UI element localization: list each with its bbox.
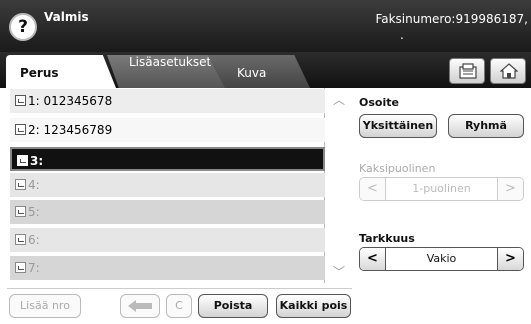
phone-book-icon <box>15 124 26 135</box>
list-item[interactable]: 6: <box>10 228 325 252</box>
tab-perus[interactable]: Perus <box>6 55 116 88</box>
scroll-up-icon[interactable]: ︿ <box>329 90 349 110</box>
clear-button[interactable]: C <box>166 294 192 318</box>
backspace-arrow-icon <box>128 300 152 312</box>
phone-book-icon <box>15 206 26 217</box>
phone-book-icon <box>15 179 26 190</box>
list-item[interactable]: 4: <box>10 173 325 197</box>
list-item[interactable]: 2: 123456789 <box>10 118 325 142</box>
resolution-selector[interactable]: < Vakio > <box>359 247 524 271</box>
list-item[interactable]: 1: 012345678 <box>10 89 325 113</box>
tab-lisaasetukset[interactable]: Lisäasetukset <box>107 55 225 88</box>
resolution-next-icon[interactable]: > <box>497 248 523 270</box>
add-number-button[interactable]: Lisää nro <box>9 294 81 318</box>
fax-number-tail: . <box>400 28 404 42</box>
help-button[interactable]: ? <box>9 13 37 41</box>
delete-button[interactable]: Poista <box>198 294 268 318</box>
phone-book-icon <box>17 155 28 166</box>
address-title: Osoite <box>359 96 399 109</box>
group-button[interactable]: Ryhmä <box>448 114 524 138</box>
job-status-button[interactable] <box>449 58 485 84</box>
status-bar: ? Valmis Faksinumero:919986187, . <box>0 0 531 52</box>
duplex-selector[interactable]: < 1-puolinen > <box>359 177 524 201</box>
home-button[interactable] <box>490 58 526 84</box>
phone-book-icon <box>15 95 26 106</box>
home-icon <box>500 63 518 79</box>
duplex-value: 1-puolinen <box>412 182 471 195</box>
list-scrollbar[interactable]: ︿ ﹀ <box>327 88 351 284</box>
list-item[interactable]: 5: <box>10 200 325 224</box>
list-item[interactable]: 7: <box>10 256 325 280</box>
status-text: Valmis <box>44 10 89 24</box>
delete-all-button[interactable]: Kaikki pois <box>276 294 351 318</box>
resolution-value: Vakio <box>426 252 457 265</box>
duplex-title: Kaksipuolinen <box>359 162 436 175</box>
list-item-selected[interactable]: 3: <box>10 147 325 171</box>
scroll-down-icon[interactable]: ﹀ <box>329 262 349 282</box>
duplex-next-icon[interactable]: > <box>497 178 523 200</box>
phone-book-icon <box>15 262 26 273</box>
fax-number-list: 1: 012345678 2: 123456789 3: 4: 5: 6: 7: <box>7 88 325 283</box>
backspace-button[interactable] <box>120 294 160 318</box>
individual-button[interactable]: Yksittäinen <box>359 114 437 138</box>
resolution-prev-icon[interactable]: < <box>360 248 386 270</box>
divider <box>7 288 352 289</box>
fax-number-text: Faksinumero:919986187, <box>375 12 528 26</box>
resolution-title: Tarkkuus <box>359 232 415 245</box>
job-status-icon <box>459 63 477 79</box>
duplex-prev-icon[interactable]: < <box>360 178 386 200</box>
phone-book-icon <box>15 234 26 245</box>
